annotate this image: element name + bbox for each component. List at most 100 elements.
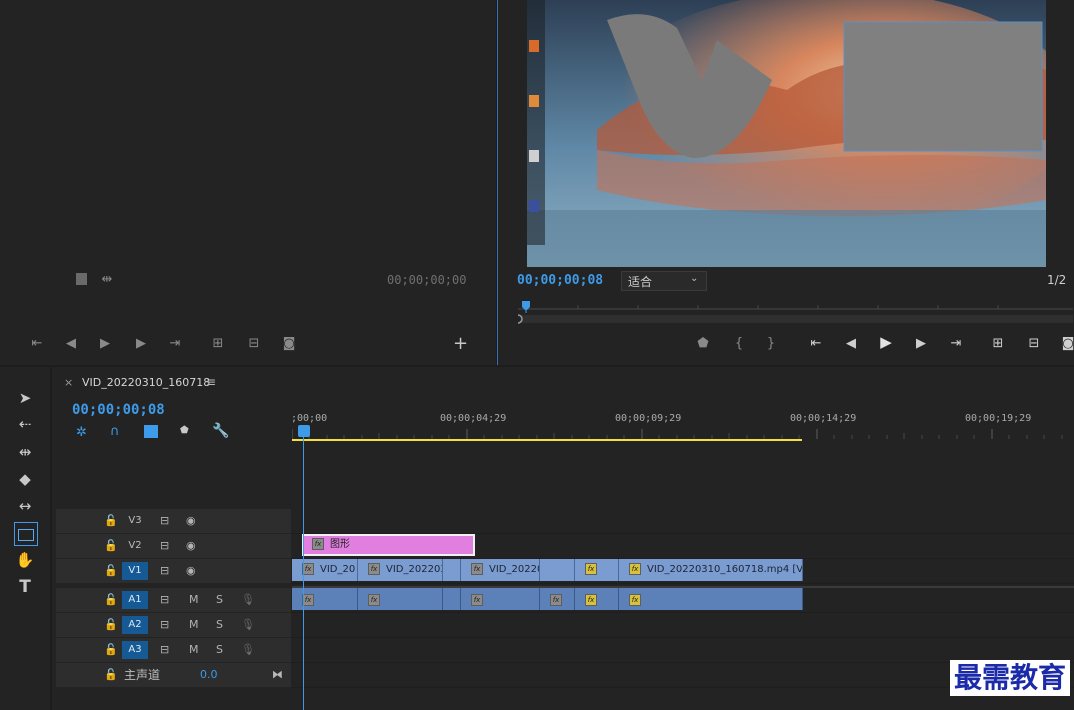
program-scrubber[interactable] [513, 295, 1073, 325]
lock-icon[interactable]: 🔓 [104, 534, 118, 558]
lift-icon[interactable]: ⊞ [988, 337, 1008, 351]
video-clip-5[interactable] [540, 559, 575, 581]
go-to-in-icon[interactable]: ⇤ [28, 337, 46, 351]
add-marker-timeline-icon[interactable]: ⬟ [180, 425, 189, 436]
extract-icon[interactable]: ⊟ [1024, 337, 1044, 351]
hand-tool-icon[interactable]: ✋ [10, 549, 40, 571]
selection-tool-icon[interactable]: ➤ [10, 387, 40, 409]
lane-v3[interactable] [292, 509, 1074, 534]
export-frame-icon[interactable]: ◙ [280, 337, 298, 351]
go-to-out-icon[interactable]: ⇥ [166, 337, 184, 351]
sequence-timecode[interactable]: 00;00;00;08 [72, 402, 165, 418]
video-preview[interactable] [527, 0, 1046, 267]
lock-icon[interactable]: 🔓 [104, 559, 118, 583]
source-timecode[interactable]: 00;00;00;00 [387, 273, 466, 287]
step-back-program-icon[interactable]: ◀ [842, 337, 860, 351]
lane-a2[interactable] [292, 613, 1074, 638]
go-to-end-icon[interactable]: ⧓ [272, 663, 283, 687]
lock-icon[interactable]: 🔓 [104, 638, 118, 662]
step-back-icon[interactable]: ◀ [62, 337, 80, 351]
type-tool-icon[interactable]: T [10, 576, 40, 598]
video-clip-1[interactable]: fx VID_20 [292, 559, 358, 581]
mute-button[interactable]: M [189, 638, 199, 662]
track-label-a1[interactable]: A1 [122, 591, 148, 609]
solo-button[interactable]: S [216, 613, 223, 637]
track-select-tool-icon[interactable]: ⇠ [10, 413, 40, 435]
tab-menu-icon[interactable]: ≡ [206, 375, 216, 389]
mute-button[interactable]: M [189, 588, 199, 612]
master-volume-value[interactable]: 0.0 [200, 663, 218, 687]
mark-out-icon[interactable]: } [764, 337, 778, 351]
add-marker-icon[interactable]: ⬟ [696, 337, 710, 351]
sync-lock-icon[interactable]: ⊟ [160, 559, 169, 583]
audio-clip-5[interactable]: fx [540, 588, 575, 610]
sequence-tab[interactable]: VID_20220310_160718 [82, 376, 210, 389]
solo-button[interactable]: S [216, 638, 223, 662]
linked-selection-icon[interactable] [144, 425, 158, 438]
eye-icon[interactable]: ◉ [186, 509, 196, 533]
fit-dropdown[interactable]: 适合 ⌄ [621, 271, 707, 291]
track-header-a1: 🔓 A1 ⊟ M S 🎙 [56, 588, 291, 612]
ripple-edit-tool-icon[interactable]: ⇹ [10, 441, 40, 463]
track-label-a2[interactable]: A2 [122, 616, 148, 634]
audio-clip-1[interactable]: fx [292, 588, 358, 610]
track-label-v3[interactable]: V3 [122, 512, 148, 530]
sync-lock-icon[interactable]: ⊟ [160, 588, 169, 612]
microphone-icon[interactable]: 🎙 [241, 613, 255, 637]
eye-icon[interactable]: ◉ [186, 534, 196, 558]
export-frame-program-icon[interactable]: ◙ [1061, 337, 1074, 351]
track-label-v1[interactable]: V1 [122, 562, 148, 580]
video-clip-3[interactable] [443, 559, 461, 581]
step-forward-icon[interactable]: ▶ [132, 337, 150, 351]
audio-clip-7[interactable]: fx [619, 588, 803, 610]
play-program-icon[interactable]: ▶ [876, 335, 896, 350]
overwrite-icon[interactable]: ⊟ [244, 337, 264, 351]
lock-icon[interactable]: 🔓 [104, 663, 118, 687]
lock-icon[interactable]: 🔓 [104, 588, 118, 612]
snap-icon[interactable]: ∩ [110, 424, 120, 439]
eye-icon[interactable]: ◉ [186, 559, 196, 583]
close-tab-icon[interactable]: × [64, 376, 73, 389]
wrench-icon[interactable]: 🔧 [212, 423, 229, 439]
drag-video-icon[interactable] [76, 273, 87, 285]
solo-button[interactable]: S [216, 588, 223, 612]
microphone-icon[interactable]: 🎙 [241, 588, 255, 612]
sync-lock-icon[interactable]: ⊟ [160, 613, 169, 637]
lock-icon[interactable]: 🔓 [104, 509, 118, 533]
tools-panel: ➤ ⇠ ⇹ ◆ ↔ ✋ T [0, 367, 50, 710]
graphic-clip[interactable]: fx 图形 [302, 534, 475, 556]
razor-tool-icon[interactable]: ◆ [10, 468, 40, 490]
rectangle-tool-icon[interactable] [14, 522, 38, 546]
drag-audio-icon[interactable]: ⇹ [98, 273, 116, 287]
playhead-line[interactable] [303, 437, 304, 710]
playhead-handle[interactable] [298, 425, 310, 437]
lock-icon[interactable]: 🔓 [104, 613, 118, 637]
sync-lock-icon[interactable]: ⊟ [160, 509, 169, 533]
audio-clip-4[interactable]: fx [461, 588, 540, 610]
audio-clip-6[interactable]: fx [575, 588, 619, 610]
video-clip-6[interactable]: fx [575, 559, 619, 581]
mark-in-icon[interactable]: { [732, 337, 746, 351]
step-forward-program-icon[interactable]: ▶ [912, 337, 930, 351]
sync-lock-icon[interactable]: ⊟ [160, 534, 169, 558]
nest-toggle-icon[interactable]: ✲ [76, 425, 87, 440]
insert-icon[interactable]: ⊞ [208, 337, 228, 351]
play-icon[interactable]: ▶ [96, 337, 114, 351]
resolution-select[interactable]: 1/2 [1047, 273, 1066, 287]
slip-tool-icon[interactable]: ↔ [10, 495, 40, 517]
audio-clip-2[interactable]: fx [358, 588, 443, 610]
go-to-out-program-icon[interactable]: ⇥ [946, 337, 966, 351]
mute-button[interactable]: M [189, 613, 199, 637]
program-timecode[interactable]: 00;00;00;08 [517, 273, 603, 288]
video-clip-2[interactable]: fx VID_202203 [358, 559, 443, 581]
add-button-icon[interactable]: + [453, 333, 468, 354]
video-clip-7[interactable]: fx VID_20220310_160718.mp4 [V] [45. [619, 559, 803, 581]
microphone-icon[interactable]: 🎙 [241, 638, 255, 662]
sync-lock-icon[interactable]: ⊟ [160, 638, 169, 662]
video-clip-4[interactable]: fx VID_20220 [461, 559, 540, 581]
time-ruler[interactable] [291, 407, 1074, 443]
track-label-a3[interactable]: A3 [122, 641, 148, 659]
audio-clip-3[interactable] [443, 588, 461, 610]
go-to-in-program-icon[interactable]: ⇤ [806, 337, 826, 351]
track-label-v2[interactable]: V2 [122, 537, 148, 555]
